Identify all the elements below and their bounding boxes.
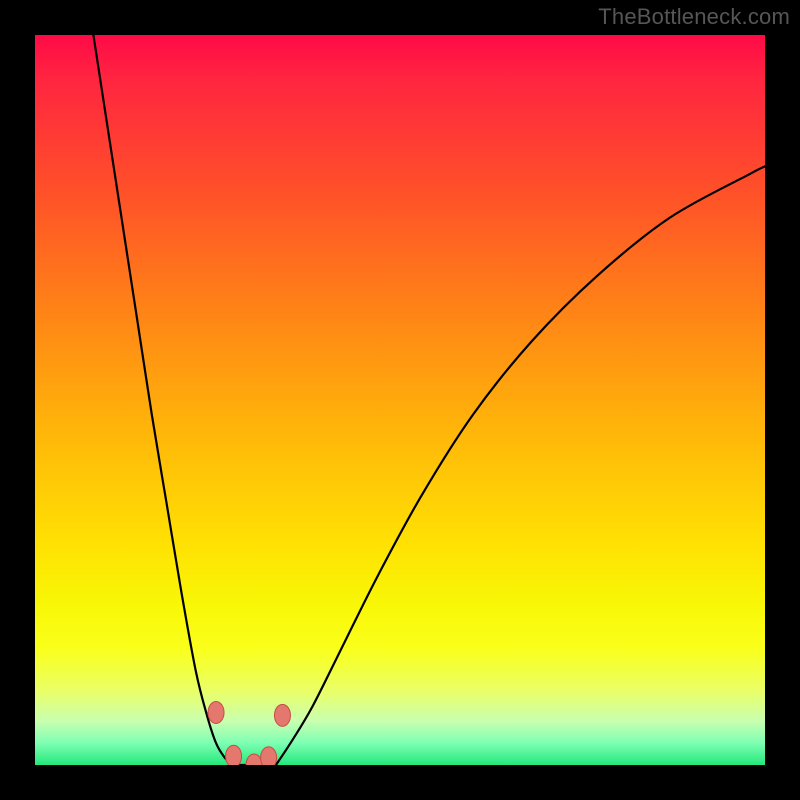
bottleneck-curve (35, 35, 765, 765)
highlight-marker (226, 745, 242, 765)
highlight-marker (246, 754, 262, 765)
marker-group (208, 701, 290, 765)
highlight-marker (274, 704, 290, 726)
plot-area (35, 35, 765, 765)
curve-path (93, 35, 765, 765)
chart-frame: TheBottleneck.com (0, 0, 800, 800)
highlight-marker (261, 747, 277, 765)
highlight-marker (208, 701, 224, 723)
watermark-text: TheBottleneck.com (598, 4, 790, 30)
